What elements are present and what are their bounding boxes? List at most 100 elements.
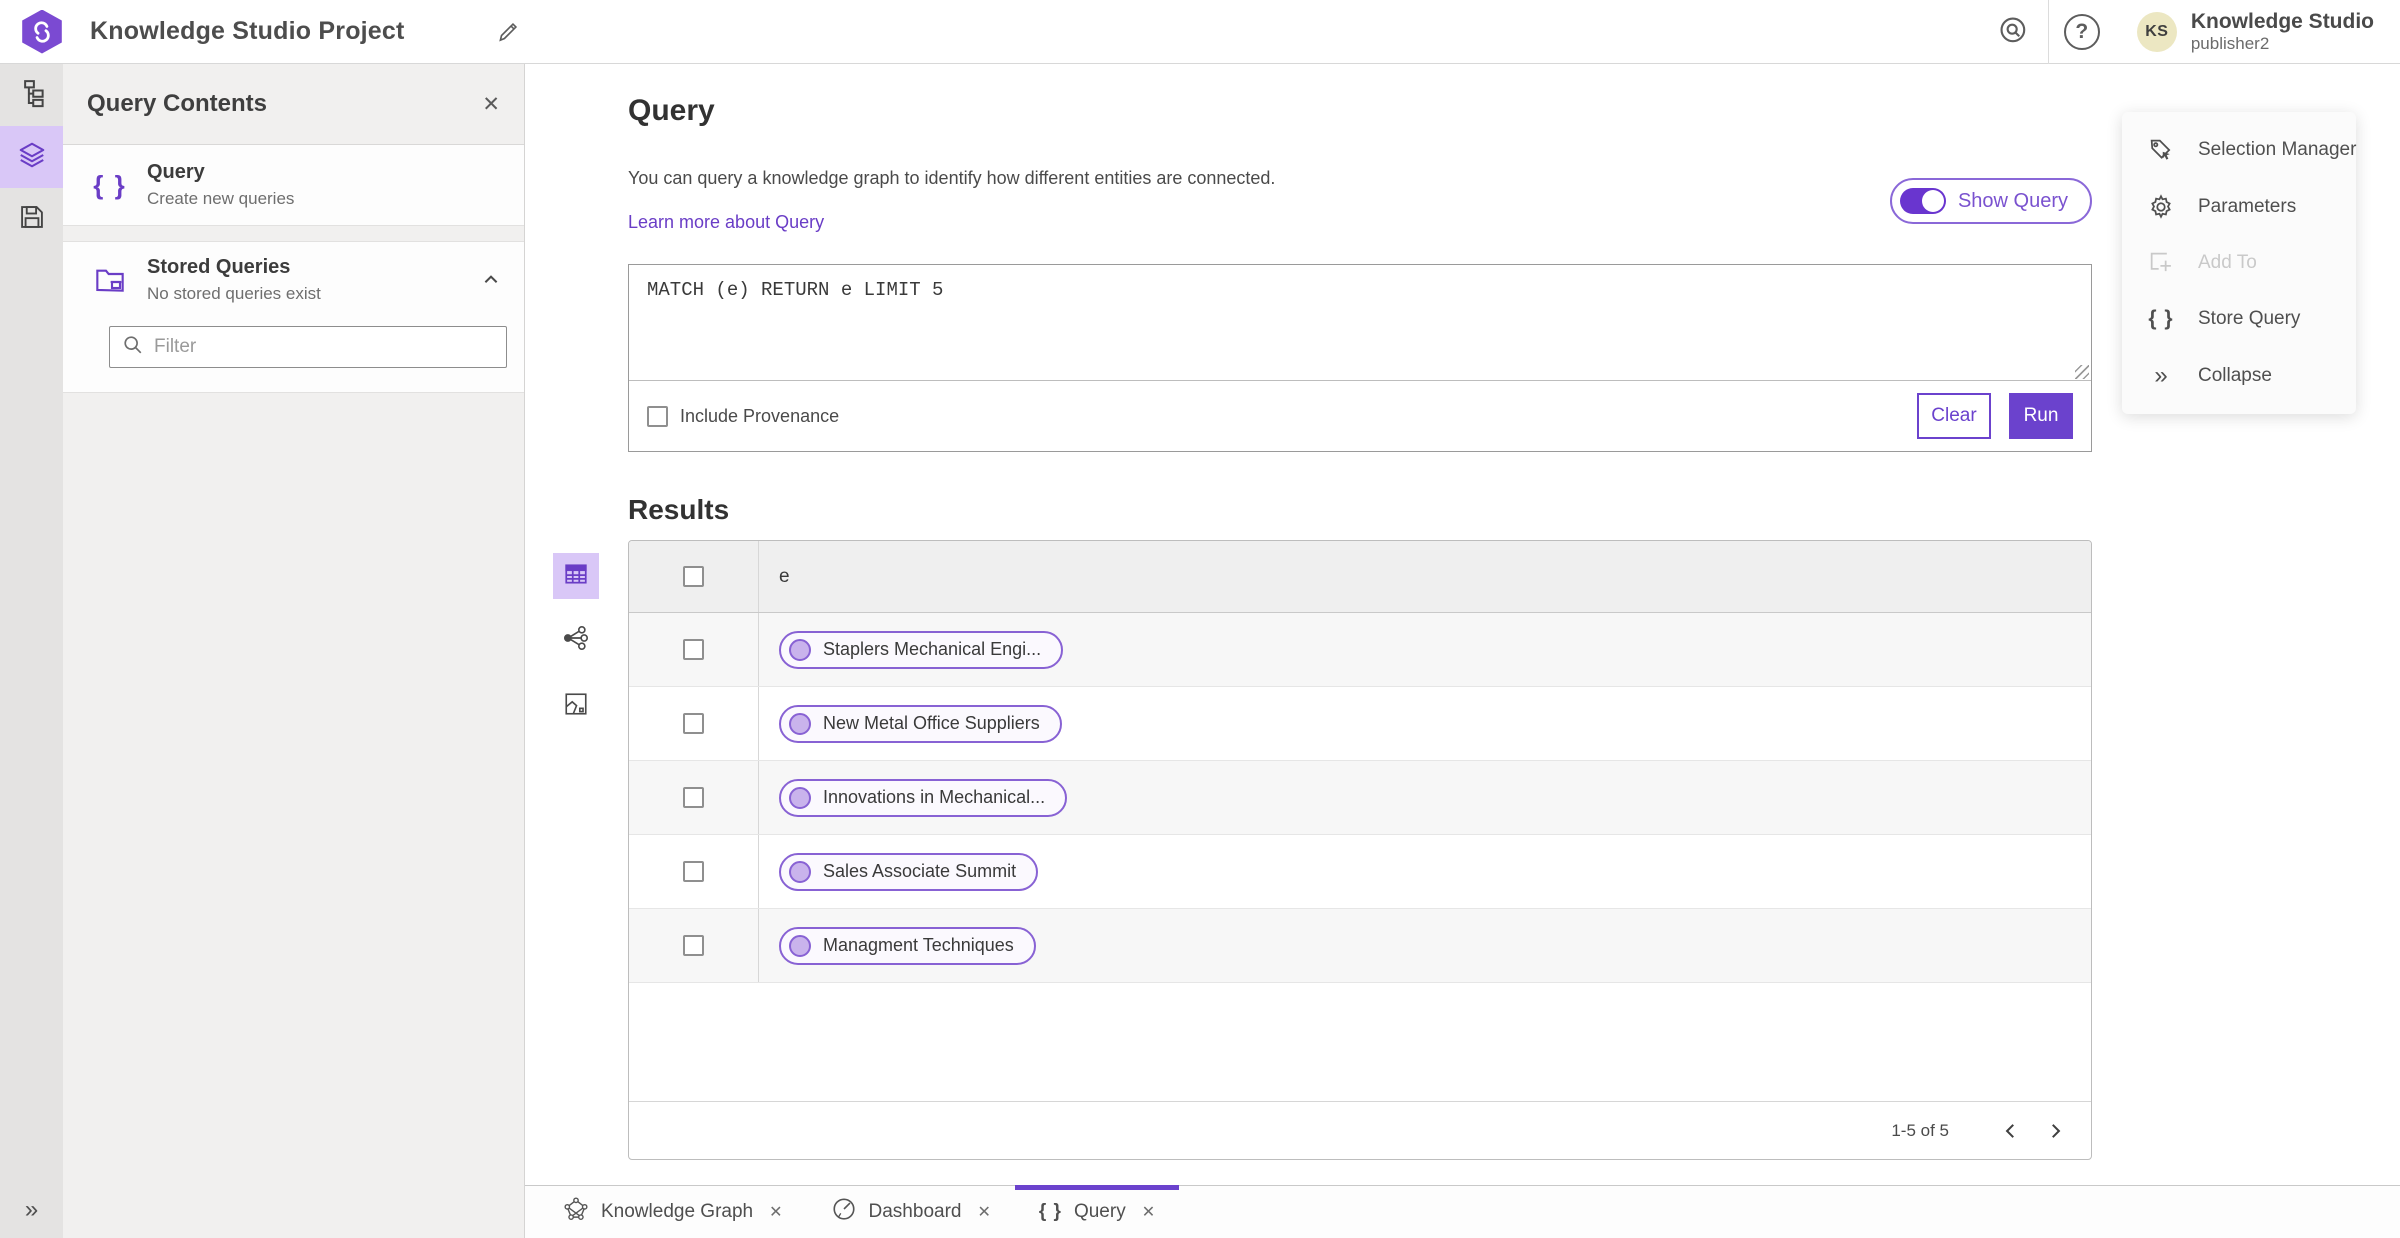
map-view-button[interactable] [553,683,599,729]
table-row[interactable]: New Metal Office Suppliers [629,687,2091,761]
tab-close-icon[interactable]: ✕ [769,1202,782,1222]
row-checkbox[interactable] [683,861,704,882]
table-row[interactable]: Innovations in Mechanical... [629,761,2091,835]
tab-dashboard[interactable]: Dashboard ✕ [807,1186,1015,1238]
dashboard-gauge-icon [831,1196,857,1228]
tab-knowledge-graph[interactable]: Knowledge Graph ✕ [539,1186,807,1238]
question-icon: ? [2063,13,2100,50]
table-row[interactable]: Sales Associate Summit [629,835,2091,909]
layers-icon [17,140,47,175]
entity-dot-icon [789,786,811,809]
table-row[interactable]: Staplers Mechanical Engi... [629,613,2091,687]
tab-close-icon[interactable]: ✕ [1142,1202,1155,1222]
row-checkbox[interactable] [683,787,704,808]
user-name: Knowledge Studio [2190,9,2374,33]
entity-pill[interactable]: Innovations in Mechanical... [779,778,1068,817]
braces-icon: { } [93,169,127,200]
selection-manager-icon [2146,136,2176,164]
menu-item-store-query[interactable]: { } Store Query [2122,293,2356,345]
table-icon [563,561,589,592]
user-info[interactable]: Knowledge Studio publisher2 [2191,10,2380,54]
next-page-button[interactable] [2033,1109,2077,1153]
panel-close-icon[interactable]: ✕ [482,92,500,117]
user-avatar[interactable]: KS [2136,11,2177,52]
link-chart-icon [562,624,590,657]
include-provenance-label: Include Provenance [680,405,840,426]
rail-item-contents[interactable] [0,126,63,188]
rail-item-save[interactable] [0,188,63,250]
tab-close-icon[interactable]: ✕ [977,1202,990,1222]
row-checkbox[interactable] [683,713,704,734]
include-provenance-checkbox[interactable] [647,405,668,427]
knowledge-graph-icon [563,1196,589,1228]
menu-item-parameters[interactable]: Parameters [2122,181,2356,233]
graph-view-button[interactable] [553,617,599,663]
project-title: Knowledge Studio Project [90,17,405,45]
query-textarea[interactable]: MATCH (e) RETURN e LIMIT 5 [629,265,2091,381]
entity-dot-icon [789,860,811,883]
entity-dot-icon [789,638,811,661]
rail-item-model[interactable] [0,64,63,126]
show-query-toggle[interactable]: Show Query [1889,178,2092,224]
stored-queries-title: Stored Queries [147,256,291,278]
entity-dot-icon [789,934,811,957]
folder-icon [87,264,133,296]
column-header-e: e [779,565,790,587]
entity-pill[interactable]: Staplers Mechanical Engi... [779,630,1064,669]
collapse-chevrons-icon: » [2154,361,2168,389]
query-editor-card: MATCH (e) RETURN e LIMIT 5 Include Prove… [628,264,2092,452]
bottom-tab-bar: Knowledge Graph ✕ Dashboard ✕ { } Query … [525,1185,2400,1238]
table-view-button[interactable] [553,553,599,599]
entity-label: New Metal Office Suppliers [823,713,1040,733]
store-query-braces-icon: { } [2148,307,2174,331]
left-icon-rail: » [0,64,63,1238]
results-title: Results [628,494,730,525]
tab-query[interactable]: { } Query ✕ [1014,1185,1180,1238]
table-row[interactable]: Managment Techniques [629,909,2091,983]
stored-queries-header[interactable]: Stored Queries No stored queries exist [87,256,500,304]
stored-queries-subtitle: No stored queries exist [147,284,321,303]
add-to-icon [2146,249,2176,277]
rail-expand-button[interactable]: » [0,1196,63,1224]
resize-handle[interactable] [2075,365,2089,379]
entity-label: Sales Associate Summit [823,861,1017,881]
menu-item-selection-manager[interactable]: Selection Manager [2122,124,2356,176]
select-all-checkbox[interactable] [683,566,704,587]
previous-page-button[interactable] [1989,1109,2033,1153]
panel-item-query[interactable]: { } Query Create new queries [63,145,524,226]
row-checkbox[interactable] [683,935,704,956]
clear-button[interactable]: Clear [1917,393,1991,439]
entity-pill[interactable]: Managment Techniques [779,926,1036,965]
user-role: publisher2 [2190,33,2270,53]
topbar-divider [2047,0,2049,64]
app-logo-icon[interactable] [22,9,62,54]
topbar-right-group: ? KS Knowledge Studio publisher2 [1982,0,2400,64]
panel-header: Query Contents ✕ [63,64,524,145]
filter-field [109,326,507,368]
run-button[interactable]: Run [2009,393,2073,439]
query-contents-panel: Query Contents ✕ { } Query Create new qu… [63,64,525,1238]
entity-dot-icon [789,712,811,735]
help-button[interactable]: ? [2061,11,2103,53]
filter-input[interactable] [154,336,494,358]
entity-label: Staplers Mechanical Engi... [823,639,1042,659]
chevron-up-icon[interactable] [482,271,500,289]
table-header-row: e [629,541,2091,613]
show-query-label: Show Query [1957,189,2068,212]
search-button[interactable] [1994,11,2036,53]
edit-title-pencil-icon[interactable] [495,19,521,45]
toggle-on-icon [1899,188,1946,214]
learn-more-link[interactable]: Learn more about Query [628,212,824,233]
page-title: Query [628,94,715,127]
query-view: Query You can query a knowledge graph to… [525,64,2400,1185]
double-chevron-right-icon: » [24,1196,39,1223]
query-item-subtitle: Create new queries [147,189,295,208]
row-checkbox[interactable] [683,639,704,660]
pagination-label: 1-5 of 5 [1891,1120,1949,1140]
entity-pill[interactable]: New Metal Office Suppliers [779,704,1062,743]
magnifier-icon [122,334,144,361]
entity-pill[interactable]: Sales Associate Summit [779,852,1039,891]
entity-label: Managment Techniques [823,935,1014,955]
stored-queries-section: Stored Queries No stored queries exist [63,241,524,393]
menu-item-collapse[interactable]: » Collapse [2122,350,2356,402]
